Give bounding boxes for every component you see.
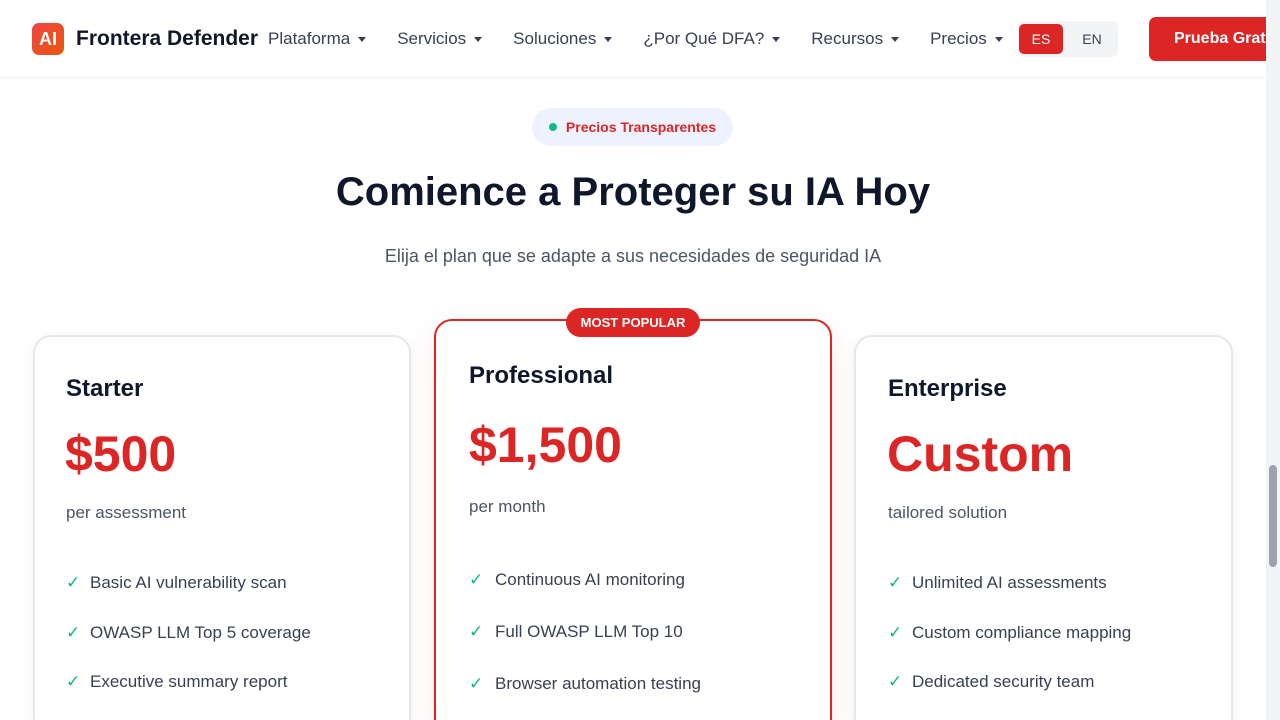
checkmark-icon: ✓ (469, 674, 484, 693)
main-nav: Plataforma Servicios Soluciones ¿Por Qué… (268, 29, 1003, 49)
status-dot-icon (548, 123, 557, 131)
page-scrollbar[interactable] (1266, 0, 1280, 720)
plan-price: $1,500 (469, 417, 622, 473)
chevron-down-icon (891, 36, 900, 42)
plan-name: Enterprise (888, 375, 1007, 402)
nav-item-plataforma[interactable]: Plataforma (268, 29, 367, 49)
checkmark-icon: ✓ (469, 622, 484, 641)
most-popular-badge: MOST POPULAR (566, 308, 700, 337)
language-switcher: ES EN (1018, 21, 1118, 57)
checkmark-icon: ✓ (888, 573, 903, 592)
pricing-pill-badge: Precios Transparentes (532, 108, 733, 146)
scrollbar-thumb[interactable] (1269, 465, 1277, 567)
plan-period: tailored solution (888, 503, 1008, 522)
feature-item: ✓ Executive summary report (66, 672, 288, 691)
feature-item: ✓ Browser automation testing (469, 674, 701, 693)
free-trial-button[interactable]: Prueba Gratis (1149, 17, 1280, 61)
nav-item-por-que-dfa[interactable]: ¿Por Qué DFA? (643, 29, 781, 49)
checkmark-icon: ✓ (66, 623, 81, 642)
plan-name: Starter (66, 375, 144, 402)
brand-name[interactable]: Frontera Defender (76, 27, 258, 51)
feature-item: ✓ Dedicated security team (888, 672, 1095, 691)
feature-item: ✓ Basic AI vulnerability scan (66, 573, 287, 592)
page-title: Comience a Proteger su IA Hoy (335, 170, 931, 214)
plan-name: Professional (469, 362, 614, 389)
nav-item-soluciones[interactable]: Soluciones (513, 29, 613, 49)
plan-period: per assessment (66, 503, 186, 522)
page-subtitle: Elija el plan que se adapte a sus necesi… (384, 246, 882, 266)
chevron-down-icon (604, 36, 613, 42)
chevron-down-icon (358, 36, 367, 42)
nav-item-recursos[interactable]: Recursos (811, 29, 900, 49)
checkmark-icon: ✓ (888, 672, 903, 691)
site-header: AI Frontera Defender Plataforma Servicio… (0, 0, 1280, 78)
feature-item: ✓ OWASP LLM Top 5 coverage (66, 623, 311, 642)
chevron-down-icon (994, 36, 1003, 42)
chevron-down-icon (772, 36, 781, 42)
plan-period: per month (469, 497, 546, 516)
feature-item: ✓ Continuous AI monitoring (469, 570, 685, 589)
checkmark-icon: ✓ (888, 623, 903, 642)
checkmark-icon: ✓ (469, 570, 484, 589)
feature-item: ✓ Full OWASP LLM Top 10 (469, 622, 683, 641)
plan-price: Custom (887, 426, 1074, 482)
feature-item: ✓ Custom compliance mapping (888, 623, 1132, 642)
feature-item: ✓ Unlimited AI assessments (888, 573, 1107, 592)
chevron-down-icon (474, 36, 483, 42)
plan-price: $500 (65, 426, 177, 482)
checkmark-icon: ✓ (66, 672, 81, 691)
nav-item-precios[interactable]: Precios (930, 29, 1003, 49)
pill-label: Precios Transparentes (565, 119, 717, 135)
nav-item-servicios[interactable]: Servicios (397, 29, 483, 49)
checkmark-icon: ✓ (66, 573, 81, 592)
lang-es-button[interactable]: ES (1019, 24, 1063, 54)
logo-icon[interactable]: AI (32, 23, 64, 55)
lang-en-button[interactable]: EN (1070, 24, 1114, 54)
